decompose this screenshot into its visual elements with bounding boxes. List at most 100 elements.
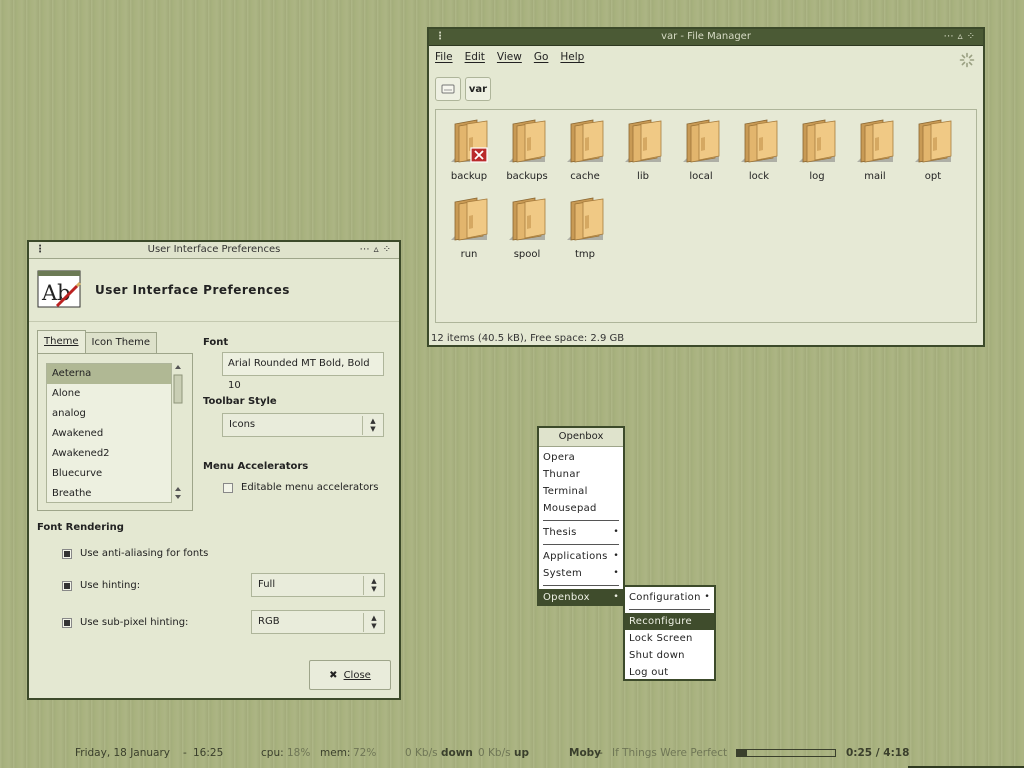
menu-item-system-label: System [543, 568, 583, 579]
openbox-menu-title: Openbox [539, 428, 623, 447]
toolbar-style-select[interactable]: Icons ▲ ▼ [222, 413, 384, 437]
file-manager-status: 12 items (40.5 kB), Free space: 2.9 GB [431, 333, 625, 344]
hinting-checkbox[interactable]: Use hinting: [62, 580, 140, 591]
header-divider [29, 321, 399, 322]
menu-item-applications[interactable]: Applications • [539, 548, 623, 565]
antialiasing-label: Use anti-aliasing for fonts [80, 548, 209, 559]
menu-item-lock-screen[interactable]: Lock Screen [625, 630, 714, 647]
theme-list-item[interactable]: Aeterna [47, 364, 171, 384]
prefs-heading: User Interface Preferences [95, 283, 290, 297]
track-artist: Moby [569, 747, 602, 759]
track-progress-fill [737, 750, 747, 756]
tab-theme[interactable]: Theme [37, 330, 86, 353]
submenu-arrow-icon: • [704, 592, 710, 602]
track-progress-bar[interactable] [736, 749, 836, 757]
folder-item[interactable]: lib [615, 118, 671, 182]
editable-accelerators-checkbox[interactable]: Editable menu accelerators [223, 482, 379, 493]
folder-icon [915, 119, 952, 163]
folder-icon [567, 197, 604, 241]
subpixel-select[interactable]: RGB ▲ ▼ [251, 610, 385, 634]
theme-list-item[interactable]: Awakened [47, 424, 171, 444]
menu-edit[interactable]: Edit [465, 51, 485, 63]
theme-list[interactable]: Aeterna Alone analog Awakened Awakened2 … [46, 363, 172, 503]
download-rate: 0 Kb/s [405, 747, 438, 759]
menu-item-shut-down[interactable]: Shut down [625, 647, 714, 664]
track-position: 0:25 / 4:18 [846, 747, 910, 759]
folder-item[interactable]: backups [499, 118, 555, 182]
folder-item[interactable]: local [673, 118, 729, 182]
path-button-label: var [468, 83, 488, 95]
hinting-select[interactable]: Full ▲ ▼ [251, 573, 385, 597]
folder-icon [683, 119, 720, 163]
folder-icon [509, 197, 546, 241]
menu-item-configuration[interactable]: Configuration • [625, 589, 714, 606]
folder-item[interactable]: log [789, 118, 845, 182]
menu-item-openbox[interactable]: Openbox • [537, 589, 625, 606]
menu-item-terminal[interactable]: Terminal [539, 483, 623, 500]
menu-separator [543, 520, 619, 521]
checkbox-box [62, 548, 72, 559]
theme-list-item[interactable]: analog [47, 404, 171, 424]
subpixel-checkbox[interactable]: Use sub-pixel hinting: [62, 617, 188, 628]
folder-item[interactable]: spool [499, 196, 555, 260]
submenu-arrow-icon: • [613, 527, 619, 537]
antialiasing-checkbox[interactable]: Use anti-aliasing for fonts [62, 548, 208, 559]
font-button[interactable]: Arial Rounded MT Bold, Bold 10 [222, 352, 384, 391]
menu-item-thunar[interactable]: Thunar [539, 466, 623, 483]
prefs-window-title: User Interface Preferences [147, 244, 281, 255]
file-manager-titlebar[interactable]: ⋮ var - File Manager ⋯▵⁘ [429, 29, 983, 46]
menu-help[interactable]: Help [560, 51, 584, 63]
menu-separator [629, 609, 710, 610]
theme-list-scrollbar[interactable] [172, 363, 184, 501]
menu-accelerators-label: Menu Accelerators [203, 461, 309, 472]
menu-item-opera[interactable]: Opera [539, 449, 623, 466]
panel-time: 16:25 [193, 747, 224, 759]
folder-item[interactable]: run [441, 196, 497, 260]
checkbox-box [62, 580, 72, 591]
menu-item-reconfigure[interactable]: Reconfigure [625, 613, 714, 630]
theme-list-item[interactable]: Breathe [47, 484, 171, 502]
menu-item-mousepad[interactable]: Mousepad [539, 500, 623, 517]
folder-label: local [689, 171, 713, 182]
menu-view[interactable]: View [497, 51, 522, 63]
hinting-label: Use hinting: [80, 580, 141, 591]
window-menu-icon[interactable]: ⋮ [435, 29, 446, 45]
path-button-var[interactable]: var [465, 77, 491, 101]
folder-item[interactable]: tmp [557, 196, 613, 260]
filesystem-root-button[interactable] [435, 77, 461, 101]
tab-icon-theme[interactable]: Icon Theme [84, 332, 158, 353]
window-controls-icon[interactable]: ⋯▵⁘ [944, 29, 979, 45]
folder-label: cache [570, 171, 600, 182]
folder-label: backups [506, 171, 548, 182]
window-menu-icon[interactable]: ⋮ [35, 242, 46, 258]
spinner-icon [959, 52, 975, 68]
folder-item[interactable]: cache [557, 118, 613, 182]
menu-go[interactable]: Go [534, 51, 549, 63]
toolbar-style-value: Icons [229, 419, 256, 430]
folder-icon [509, 119, 546, 163]
folder-label: lock [748, 171, 770, 182]
folder-item[interactable]: opt [905, 118, 961, 182]
menu-item-log-out[interactable]: Log out [625, 664, 714, 681]
menu-item-thesis-label: Thesis [543, 527, 577, 538]
menu-item-thesis[interactable]: Thesis • [539, 524, 623, 541]
close-button[interactable]: ✖ Close [309, 660, 391, 690]
prefs-titlebar[interactable]: ⋮ User Interface Preferences ⋯▵⁘ [29, 242, 399, 259]
folder-item[interactable]: backup [441, 118, 497, 182]
folder-icon [857, 119, 894, 163]
menu-file[interactable]: File [435, 51, 453, 63]
path-bar: var [435, 77, 491, 103]
font-rendering-label: Font Rendering [37, 522, 124, 533]
theme-list-item[interactable]: Alone [47, 384, 171, 404]
track-separator: - [599, 747, 603, 759]
theme-list-item[interactable]: Awakened2 [47, 444, 171, 464]
folder-item[interactable]: mail [847, 118, 903, 182]
folder-item[interactable]: lock [731, 118, 787, 182]
panel-date: Friday, 18 January [75, 747, 171, 759]
cpu-value: 18% [287, 747, 311, 759]
theme-list-item[interactable]: Bluecurve [47, 464, 171, 484]
checkbox-box [223, 482, 233, 493]
window-controls-icon[interactable]: ⋯▵⁘ [360, 242, 395, 258]
close-button-label: Close [343, 669, 371, 681]
menu-item-system[interactable]: System • [539, 565, 623, 582]
